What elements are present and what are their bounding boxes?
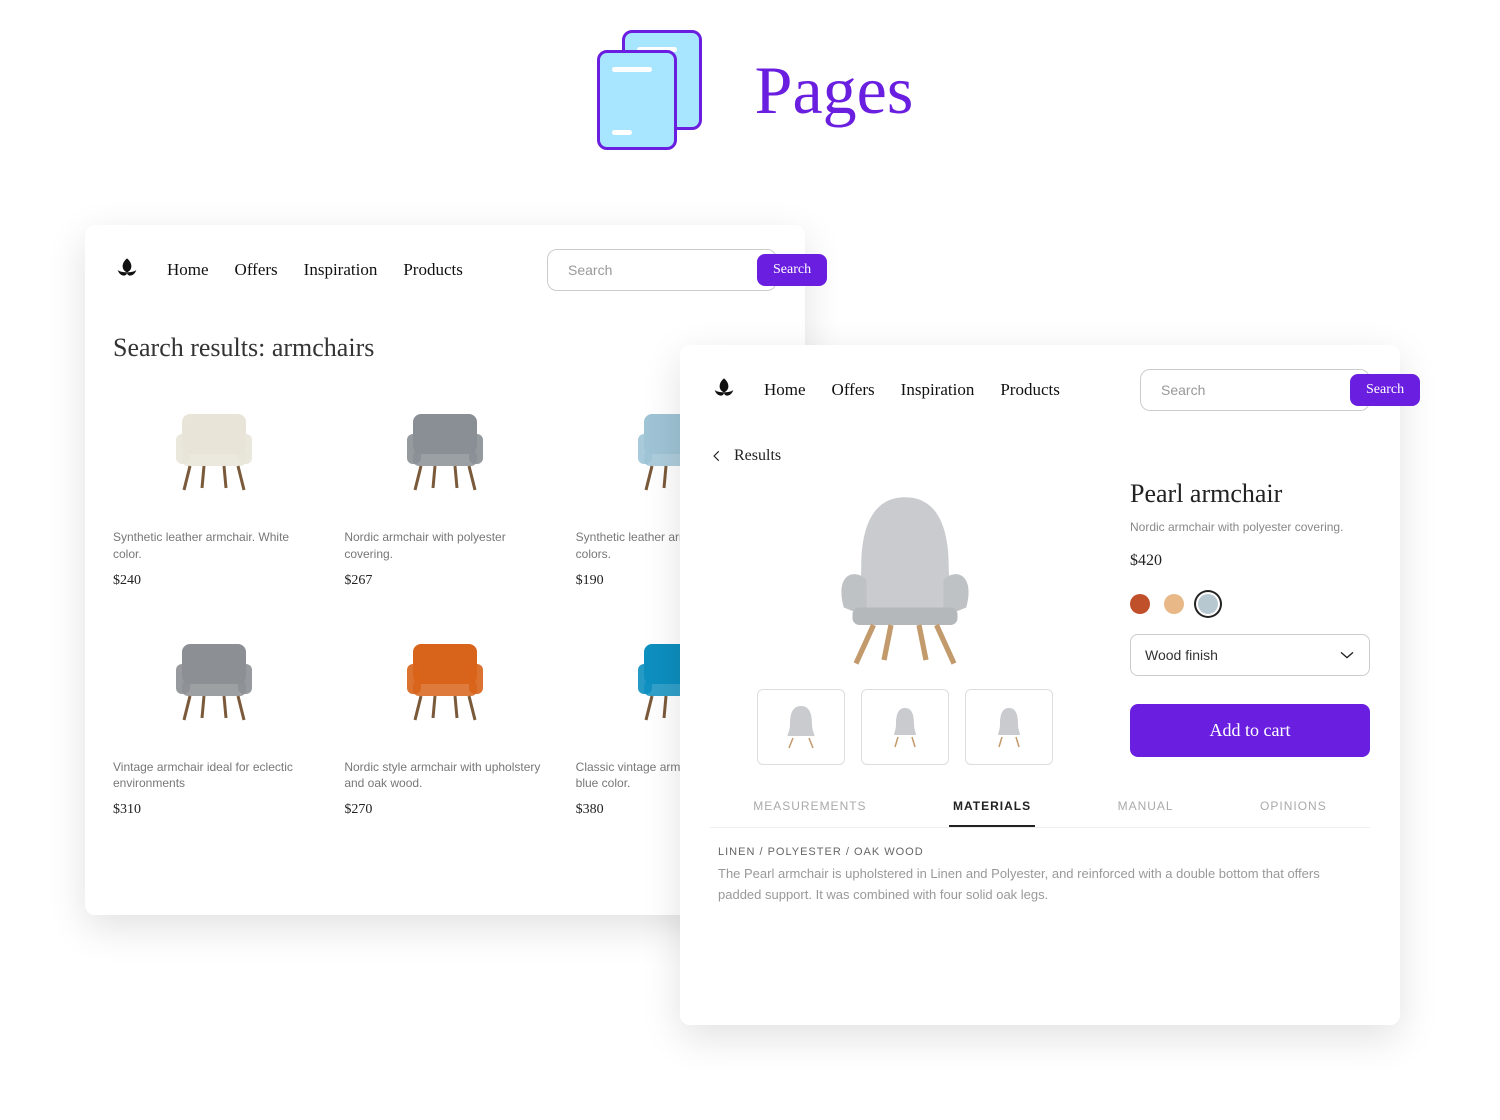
detail-tabs: MEASUREMENTS MATERIALS MANUAL OPINIONS — [710, 799, 1370, 828]
product-price: $420 — [1130, 552, 1370, 570]
tab-materials[interactable]: MATERIALS — [949, 799, 1035, 827]
nav-products[interactable]: Products — [403, 260, 463, 280]
tab-measurements[interactable]: MEASUREMENTS — [749, 799, 870, 827]
results-heading: Search results: armchairs — [113, 333, 777, 363]
nav-home[interactable]: Home — [167, 260, 209, 280]
finish-label: Wood finish — [1145, 647, 1218, 663]
page-header: Pages — [0, 30, 1500, 150]
back-to-results[interactable]: Results — [710, 447, 1370, 465]
brand-logo-icon — [113, 256, 141, 284]
thumbnail-row — [757, 689, 1053, 765]
product-thumbnail — [113, 379, 314, 509]
chevron-left-icon — [710, 449, 724, 463]
pages-icon — [587, 30, 707, 150]
product-description: Vintage armchair ideal for eclectic envi… — [113, 759, 314, 793]
add-to-cart-button[interactable]: Add to cart — [1130, 704, 1370, 757]
search-input[interactable] — [1161, 382, 1342, 398]
product-price: $310 — [113, 802, 314, 818]
nav-inspiration[interactable]: Inspiration — [304, 260, 378, 280]
search-button[interactable]: Search — [757, 254, 827, 286]
finish-dropdown[interactable]: Wood finish — [1130, 634, 1370, 676]
materials-content: LINEN / POLYESTER / OAK WOOD The Pearl a… — [710, 846, 1370, 906]
product-card[interactable]: Nordic style armchair with upholstery an… — [344, 609, 545, 819]
back-label: Results — [734, 447, 781, 465]
product-grid: Synthetic leather armchair. White color.… — [113, 379, 777, 818]
thumbnail[interactable] — [861, 689, 949, 765]
search-input[interactable] — [568, 262, 749, 278]
tab-opinions[interactable]: OPINIONS — [1256, 799, 1331, 827]
product-description: Nordic armchair with polyester covering. — [1130, 519, 1370, 536]
product-description: Nordic style armchair with upholstery an… — [344, 759, 545, 793]
product-thumbnail — [344, 379, 545, 509]
product-price: $267 — [344, 573, 545, 589]
color-swatch[interactable] — [1198, 594, 1218, 614]
nav-home[interactable]: Home — [764, 380, 806, 400]
product-thumbnail — [344, 609, 545, 739]
page-title: Pages — [755, 51, 914, 130]
material-tags: LINEN / POLYESTER / OAK WOOD — [718, 846, 1362, 858]
color-swatches — [1130, 594, 1370, 614]
armchair-icon — [785, 471, 1025, 681]
top-nav-detail: Home Offers Inspiration Products Search — [710, 369, 1370, 411]
product-card[interactable]: Synthetic leather armchair. White color.… — [113, 379, 314, 589]
product-description: Nordic armchair with polyester covering. — [344, 529, 545, 563]
thumbnail[interactable] — [757, 689, 845, 765]
product-card[interactable]: Nordic armchair with polyester covering.… — [344, 379, 545, 589]
search-bar: Search — [1140, 369, 1370, 411]
tab-manual[interactable]: MANUAL — [1114, 799, 1178, 827]
product-gallery — [710, 471, 1100, 765]
nav-offers[interactable]: Offers — [235, 260, 278, 280]
color-swatch[interactable] — [1130, 594, 1150, 614]
product-main-image — [765, 471, 1045, 681]
product-price: $270 — [344, 802, 545, 818]
product-card[interactable]: Vintage armchair ideal for eclectic envi… — [113, 609, 314, 819]
search-button[interactable]: Search — [1350, 374, 1420, 406]
nav-products[interactable]: Products — [1000, 380, 1060, 400]
thumbnail[interactable] — [965, 689, 1053, 765]
chevron-down-icon — [1339, 650, 1355, 660]
top-nav: Home Offers Inspiration Products Search — [113, 249, 777, 291]
product-description: Synthetic leather armchair. White color. — [113, 529, 314, 563]
product-detail-panel: Home Offers Inspiration Products Search … — [680, 345, 1400, 1025]
search-bar: Search — [547, 249, 777, 291]
brand-logo-icon — [710, 376, 738, 404]
nav-inspiration[interactable]: Inspiration — [901, 380, 975, 400]
product-thumbnail — [113, 609, 314, 739]
product-price: $240 — [113, 573, 314, 589]
material-text: The Pearl armchair is upholstered in Lin… — [718, 864, 1362, 906]
product-title: Pearl armchair — [1130, 479, 1370, 509]
color-swatch[interactable] — [1164, 594, 1184, 614]
nav-offers[interactable]: Offers — [832, 380, 875, 400]
